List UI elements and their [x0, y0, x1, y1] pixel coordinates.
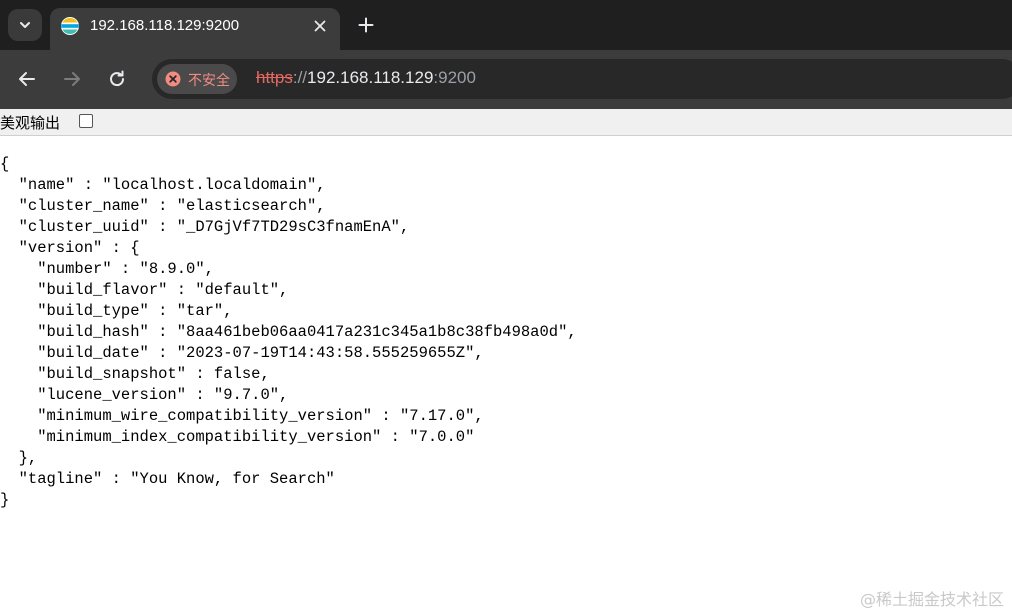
reload-button[interactable]: [105, 67, 129, 91]
watermark: @稀土掘金技术社区: [859, 590, 1004, 609]
url-port: :9200: [433, 68, 476, 87]
json-line: "build_flavor" : "default",: [0, 281, 289, 299]
warning-circle-icon: [165, 71, 181, 87]
json-line: "name" : "localhost.localdomain",: [0, 176, 326, 194]
tab-strip: 192.168.118.129:9200: [0, 0, 1012, 50]
url-text[interactable]: https://192.168.118.129:9200: [256, 68, 476, 88]
reload-icon: [110, 70, 125, 87]
json-response: { "name" : "localhost.localdomain", "clu…: [0, 154, 577, 511]
active-tab[interactable]: 192.168.118.129:9200: [50, 8, 340, 50]
json-line: "build_date" : "2023-07-19T14:43:58.5552…: [0, 344, 484, 362]
json-line: "version" : {: [0, 239, 140, 257]
json-line: "lucene_version" : "9.7.0",: [0, 386, 289, 404]
tab-search-button[interactable]: [8, 9, 42, 41]
address-bar[interactable]: 不安全 https://192.168.118.129:9200: [152, 59, 1012, 99]
url-host: 192.168.118.129: [307, 68, 434, 87]
json-line: "tagline" : "You Know, for Search": [0, 470, 335, 488]
close-icon: [314, 20, 326, 32]
json-line: },: [0, 449, 38, 467]
arrow-left-icon: [19, 72, 35, 86]
tab-title: 192.168.118.129:9200: [90, 17, 240, 34]
json-line: "build_hash" : "8aa461beb06aa0417a231c34…: [0, 323, 577, 341]
forward-button[interactable]: [60, 67, 84, 91]
browser-toolbar: 不安全 https://192.168.118.129:9200: [0, 50, 1012, 109]
json-line: "cluster_name" : "elasticsearch",: [0, 197, 326, 215]
json-line: {: [0, 155, 10, 173]
security-label: 不安全: [188, 73, 230, 89]
chevron-down-icon: [20, 22, 30, 28]
json-line: "build_type" : "tar",: [0, 302, 233, 320]
back-button[interactable]: [15, 67, 39, 91]
security-chip[interactable]: 不安全: [157, 64, 237, 94]
json-line: "minimum_wire_compatibility_version" : "…: [0, 407, 484, 425]
tab-close-button[interactable]: [310, 16, 330, 36]
plus-icon: [358, 17, 374, 33]
arrow-right-icon: [64, 72, 80, 86]
new-tab-button[interactable]: [354, 13, 378, 37]
json-line: "minimum_index_compatibility_version" : …: [0, 428, 475, 446]
url-scheme: https: [256, 68, 293, 87]
json-line: "cluster_uuid" : "_D7GjVf7TD29sC3fnamEnA…: [0, 218, 410, 236]
url-separator: ://: [292, 68, 308, 87]
json-line: }: [0, 491, 10, 509]
pretty-print-checkbox[interactable]: [79, 114, 93, 128]
elasticsearch-favicon-icon: [61, 17, 79, 35]
pretty-print-label: 美观输出: [0, 114, 61, 132]
pretty-print-bar: 美观输出: [0, 109, 1012, 136]
json-line: "build_snapshot" : false,: [0, 365, 270, 383]
json-line: "number" : "8.9.0",: [0, 260, 214, 278]
